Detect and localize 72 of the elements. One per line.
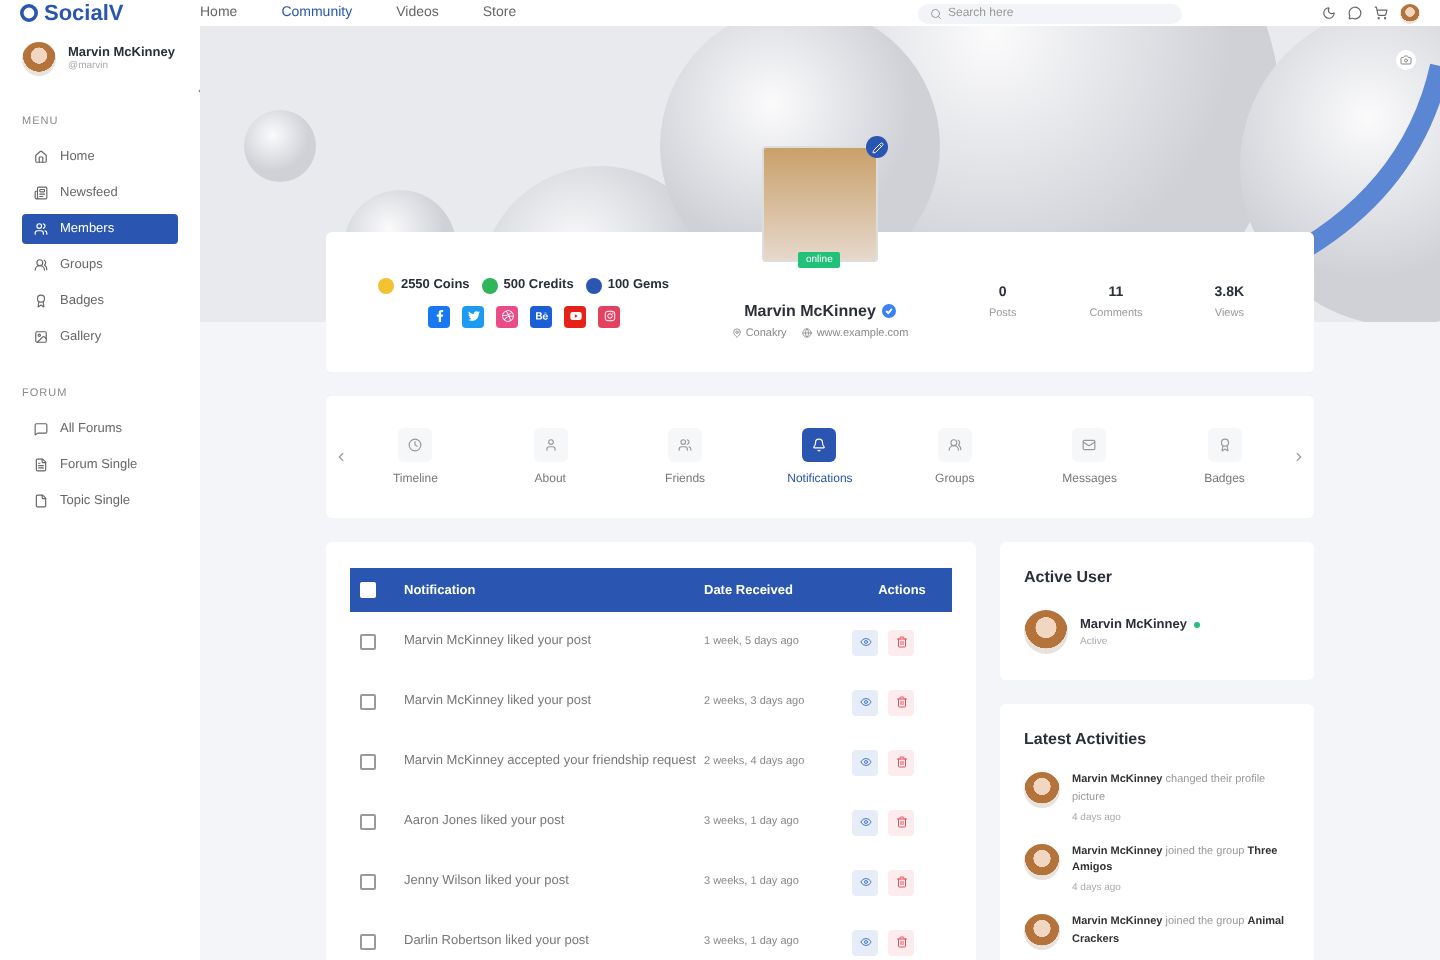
view-button[interactable] [852, 749, 878, 775]
profile-name: Marvin McKinney [744, 301, 876, 319]
bell-icon [802, 428, 837, 462]
globe-icon [802, 328, 813, 338]
group-icon [34, 258, 48, 272]
clock-icon [398, 428, 433, 462]
delete-button[interactable] [888, 749, 914, 775]
cart-icon[interactable] [1374, 6, 1388, 20]
view-button[interactable] [852, 869, 878, 895]
people-icon [34, 222, 48, 236]
eye-icon [859, 936, 871, 948]
trash-icon [895, 876, 907, 888]
location-icon [731, 328, 742, 338]
checkbox[interactable] [360, 694, 376, 710]
view-button[interactable] [852, 689, 878, 715]
behance-icon[interactable] [530, 305, 552, 327]
delete-button[interactable] [888, 929, 914, 955]
user-avatar [1024, 843, 1060, 880]
home-icon [34, 150, 48, 164]
delete-button[interactable] [888, 809, 914, 835]
user-avatar [1024, 610, 1068, 654]
badge-icon [1207, 428, 1242, 462]
trash-icon [895, 696, 907, 708]
trash-icon [895, 936, 907, 948]
newspaper-icon [34, 186, 48, 200]
user-avatar [1024, 772, 1060, 808]
checkbox[interactable] [360, 934, 376, 950]
chat-icon[interactable] [1348, 6, 1362, 20]
facebook-icon[interactable] [428, 305, 450, 327]
delete-button[interactable] [888, 629, 914, 655]
user-avatar [1024, 914, 1060, 951]
image-icon [34, 330, 48, 344]
eye-icon [859, 876, 871, 888]
person-icon [533, 428, 568, 462]
eye-icon [859, 756, 871, 768]
checkbox[interactable] [360, 754, 376, 770]
dribbble-icon[interactable] [496, 305, 518, 327]
badge-icon [34, 294, 48, 308]
user-avatar[interactable] [1400, 3, 1420, 23]
logo[interactable]: SocialV [0, 1, 200, 25]
chevron-right-icon[interactable] [1291, 450, 1306, 464]
group-icon [937, 428, 972, 462]
youtube-icon[interactable] [564, 305, 586, 327]
instagram-icon[interactable] [598, 305, 620, 327]
view-button[interactable] [852, 629, 878, 655]
eye-icon [859, 696, 871, 708]
user-avatar [22, 42, 56, 76]
logo-text: SocialV [44, 1, 124, 25]
twitter-icon[interactable] [462, 305, 484, 327]
moon-icon[interactable] [1322, 6, 1336, 20]
eye-icon [859, 816, 871, 828]
mail-icon [1072, 428, 1107, 462]
delete-button[interactable] [888, 689, 914, 715]
card-title: Latest Activities [1024, 730, 1149, 748]
checkbox[interactable] [360, 874, 376, 890]
view-button[interactable] [852, 809, 878, 835]
search-icon [930, 7, 942, 19]
trash-icon [895, 636, 907, 648]
file-icon [34, 494, 48, 508]
people-icon [668, 428, 703, 462]
checkbox[interactable] [360, 814, 376, 830]
trash-icon [895, 756, 907, 768]
trash-icon [895, 816, 907, 828]
card-title: Active User [1024, 568, 1115, 586]
chevron-left-icon[interactable] [334, 450, 348, 464]
document-icon [34, 458, 48, 472]
logo-icon [20, 4, 38, 22]
delete-button[interactable] [888, 869, 914, 895]
chat-icon [34, 422, 48, 436]
eye-icon [859, 636, 871, 648]
view-button[interactable] [852, 929, 878, 955]
checkbox[interactable] [360, 634, 376, 650]
